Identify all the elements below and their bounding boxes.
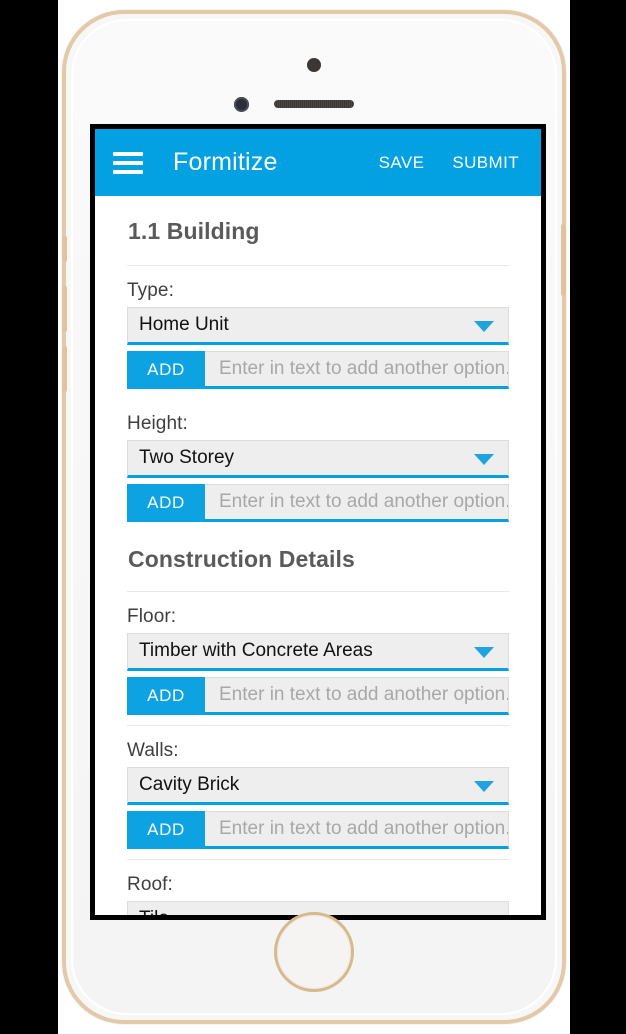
add-button-floor[interactable]: ADD (127, 677, 205, 715)
phone-screen: Formitize SAVE SUBMIT 1.1 Building Type:… (95, 129, 541, 915)
hamburger-bar (113, 169, 143, 174)
page-title: 1.1 Building (128, 218, 260, 244)
field-group-type: Type: Home Unit ADD (95, 266, 541, 399)
submit-button[interactable]: SUBMIT (452, 153, 519, 173)
form-body: 1.1 Building Type: Home Unit ADD Enter i… (95, 196, 541, 915)
add-option-input-height[interactable] (205, 485, 508, 519)
mute-switch-button[interactable] (62, 236, 67, 262)
field-group-walls: Walls: Cavity Brick ADD (95, 726, 541, 859)
select-value-floor: Timber with Concrete Areas (139, 640, 373, 661)
power-button[interactable] (561, 224, 566, 296)
select-value-type: Home Unit (139, 314, 229, 335)
add-option-input-walls[interactable] (205, 812, 508, 846)
add-option-row-type: ADD (127, 351, 509, 389)
app-title: Formitize (173, 148, 278, 176)
hamburger-bar (113, 160, 143, 165)
field-label-roof: Roof: (127, 874, 173, 895)
select-walls[interactable]: Cavity Brick (127, 767, 509, 805)
hamburger-bar (113, 151, 143, 156)
add-button-height[interactable]: ADD (127, 484, 205, 522)
hamburger-menu-icon[interactable] (113, 151, 143, 174)
phone-device-frame: Formitize SAVE SUBMIT 1.1 Building Type:… (62, 10, 566, 1024)
add-option-row-walls: ADD (127, 811, 509, 849)
section-title-construction-details: Construction Details (128, 546, 355, 572)
field-label-walls: Walls: (127, 740, 179, 761)
select-floor[interactable]: Timber with Concrete Areas (127, 633, 509, 671)
field-group-floor: Floor: Timber with Concrete Areas ADD (95, 592, 541, 725)
select-height[interactable]: Two Storey (127, 440, 509, 478)
earpiece-speaker-icon (274, 100, 354, 108)
select-type[interactable]: Home Unit (127, 307, 509, 345)
add-option-row-height: ADD (127, 484, 509, 522)
app-bar-actions: SAVE SUBMIT (379, 153, 519, 173)
volume-up-button[interactable] (62, 286, 67, 332)
home-button[interactable] (274, 912, 354, 992)
add-button-type[interactable]: ADD (127, 351, 205, 389)
add-button-walls[interactable]: ADD (127, 811, 205, 849)
add-option-input-floor[interactable] (205, 678, 508, 712)
select-value-walls: Cavity Brick (139, 774, 240, 795)
select-value-height: Two Storey (139, 447, 235, 468)
chevron-down-icon (474, 781, 494, 792)
chevron-down-icon (474, 321, 494, 332)
select-value-roof: Tile (139, 908, 169, 915)
proximity-sensor-icon (234, 97, 249, 112)
volume-down-button[interactable] (62, 346, 67, 392)
field-group-height: Height: Two Storey ADD (95, 399, 541, 532)
front-camera-icon (307, 58, 321, 72)
field-label-type: Type: (127, 280, 174, 301)
screenshot-backdrop: Formitize SAVE SUBMIT 1.1 Building Type:… (0, 0, 626, 1034)
app-bar: Formitize SAVE SUBMIT (95, 129, 541, 196)
field-label-height: Height: (127, 413, 188, 434)
add-option-row-floor: ADD (127, 677, 509, 715)
chevron-down-icon (474, 454, 494, 465)
chevron-down-icon (474, 647, 494, 658)
field-group-roof: Roof: Tile ADD (95, 860, 541, 915)
field-label-floor: Floor: (127, 606, 177, 627)
add-option-input-type[interactable] (205, 352, 508, 386)
screen-bezel: Formitize SAVE SUBMIT 1.1 Building Type:… (90, 124, 546, 920)
save-button[interactable]: SAVE (379, 153, 425, 173)
